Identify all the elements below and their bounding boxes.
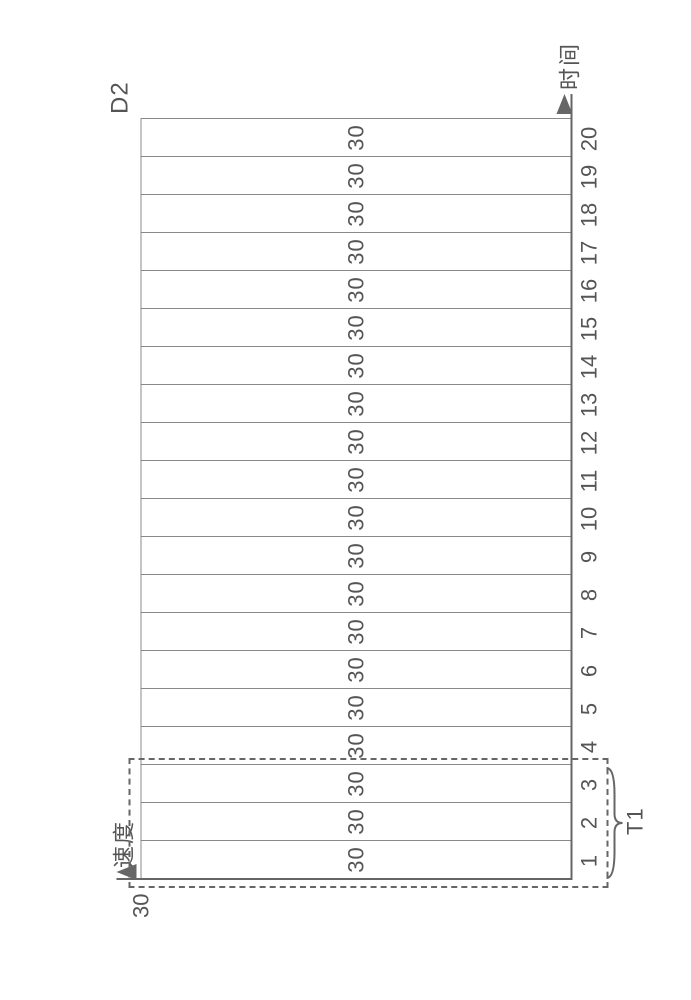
x-axis-tick: 4 [576, 728, 602, 766]
bar: 30 [140, 536, 570, 574]
x-axis-tick: 19 [576, 158, 602, 196]
x-axis-tick: 8 [576, 576, 602, 614]
bar: 30 [140, 270, 570, 308]
x-axis-tick: 20 [576, 120, 602, 158]
x-axis-tick: 3 [576, 766, 602, 804]
series-label: D2 [106, 81, 134, 114]
x-axis-tick: 2 [576, 804, 602, 842]
bar: 30 [140, 460, 570, 498]
bar: 30 [140, 346, 570, 384]
bar: 30 [140, 688, 570, 726]
x-axis-tick: 12 [576, 424, 602, 462]
bar: 30 [140, 802, 570, 840]
bar-chart: 速度 30 3030303030303030303030303030303030… [140, 120, 570, 880]
bar: 30 [140, 194, 570, 232]
bar: 30 [140, 118, 570, 156]
x-axis-tick: 6 [576, 652, 602, 690]
y-axis-tick: 30 [128, 894, 154, 918]
x-axis-ticks: 1234567891011121314151617181920 [576, 120, 602, 880]
bar: 30 [140, 650, 570, 688]
x-axis-arrow-icon [556, 94, 572, 114]
highlight-brace-icon [604, 766, 624, 880]
x-axis-tick: 7 [576, 614, 602, 652]
x-axis-tick: 18 [576, 196, 602, 234]
x-axis-tick: 10 [576, 500, 602, 538]
y-axis-label: 速度 [106, 820, 138, 868]
bar: 30 [140, 574, 570, 612]
x-axis-tick: 13 [576, 386, 602, 424]
bars-area: 3030303030303030303030303030303030303030 [140, 118, 572, 880]
bar: 30 [140, 498, 570, 536]
x-axis-label: 时间 [552, 42, 584, 90]
x-axis-tick: 15 [576, 310, 602, 348]
bar: 30 [140, 764, 570, 802]
bar: 30 [140, 156, 570, 194]
x-axis-tick: 17 [576, 234, 602, 272]
x-axis-tick: 14 [576, 348, 602, 386]
bar: 30 [140, 840, 570, 878]
bar: 30 [140, 422, 570, 460]
x-axis-tick: 16 [576, 272, 602, 310]
bar: 30 [140, 384, 570, 422]
y-axis-arrow-icon [116, 864, 136, 880]
bar: 30 [140, 232, 570, 270]
x-axis-tick: 5 [576, 690, 602, 728]
bar: 30 [140, 308, 570, 346]
bar: 30 [140, 726, 570, 764]
x-axis-tick: 11 [576, 462, 602, 500]
x-axis-tick: 1 [576, 842, 602, 880]
bar: 30 [140, 612, 570, 650]
x-axis-tick: 9 [576, 538, 602, 576]
highlight-label: T1 [622, 807, 648, 835]
